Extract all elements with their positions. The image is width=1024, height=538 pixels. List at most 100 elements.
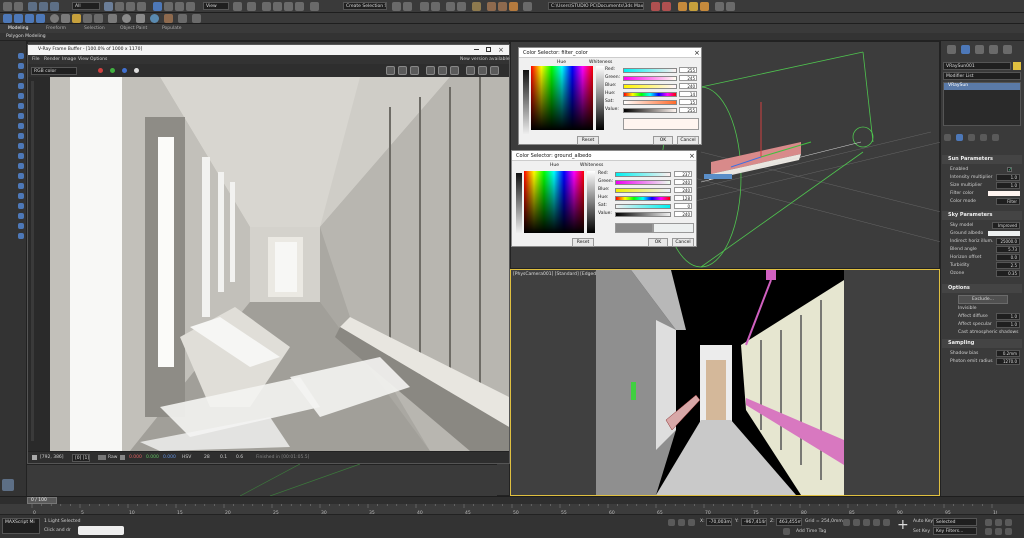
- modify-tab-icon[interactable]: [961, 45, 970, 54]
- environment-icon[interactable]: [192, 14, 201, 23]
- remove-modifier-icon[interactable]: [980, 134, 987, 141]
- edit-named-selection-icon[interactable]: [310, 2, 319, 11]
- cancel-button[interactable]: Cancel: [672, 238, 694, 247]
- stop-render-icon[interactable]: [466, 66, 475, 75]
- vfb-menu-options[interactable]: Options: [90, 57, 107, 62]
- zoom-all-icon[interactable]: [995, 519, 1002, 526]
- sky-parameters-rollout[interactable]: Sky Parameters: [942, 211, 1022, 220]
- pan-icon[interactable]: [1005, 519, 1012, 526]
- tool-icon-7[interactable]: [18, 113, 24, 119]
- vfb-channel-select[interactable]: RGB color: [31, 67, 77, 75]
- rotate-icon[interactable]: [164, 2, 173, 11]
- schematic-view-icon[interactable]: [457, 2, 466, 11]
- vray-light-icon[interactable]: [678, 2, 687, 11]
- globe-icon[interactable]: [150, 14, 159, 23]
- material-editor-icon[interactable]: [472, 2, 481, 11]
- sidebar-scroll-track[interactable]: [31, 81, 34, 441]
- sat-slider[interactable]: [615, 204, 671, 209]
- auto-key-button[interactable]: Auto Key: [913, 519, 933, 524]
- red-value[interactable]: 237: [674, 171, 692, 177]
- hue-value[interactable]: 128: [674, 195, 692, 201]
- green-value[interactable]: 245: [679, 75, 697, 81]
- track-mouse-icon[interactable]: [410, 66, 419, 75]
- scene-icon[interactable]: [25, 14, 34, 23]
- vfb-menu-render[interactable]: Render: [44, 57, 60, 62]
- set-key-button[interactable]: Set Key: [913, 529, 930, 534]
- value-value[interactable]: 255: [679, 107, 697, 113]
- tool-icon-19[interactable]: [18, 233, 24, 239]
- vray-fur-icon[interactable]: [726, 2, 735, 11]
- tool-icon-14[interactable]: [18, 183, 24, 189]
- set-key-plus-icon[interactable]: +: [897, 517, 909, 533]
- green-slider[interactable]: [623, 76, 677, 81]
- sun-param-color-mode[interactable]: Color mode Filter: [950, 198, 1020, 206]
- whiteness-slider[interactable]: [587, 171, 595, 233]
- light-icon[interactable]: [72, 14, 81, 23]
- vfb-title-bar[interactable]: V-Ray Frame Buffer - [100.0% of 1000 x 1…: [28, 45, 509, 55]
- tool-icon-11[interactable]: [18, 153, 24, 159]
- sun-param-filter-color[interactable]: Filter color: [950, 190, 1020, 198]
- layer-explorer-icon[interactable]: [420, 2, 429, 11]
- color-picker-icon[interactable]: [32, 455, 37, 460]
- close-icon[interactable]: ×: [498, 46, 504, 54]
- align-icon[interactable]: [403, 2, 412, 11]
- tool-icon-16[interactable]: [18, 203, 24, 209]
- show-end-result-icon[interactable]: [956, 134, 963, 141]
- selected-dropdown[interactable]: Selected: [933, 518, 977, 526]
- bind-space-warp-icon[interactable]: [50, 2, 59, 11]
- tool-icon-13[interactable]: [18, 173, 24, 179]
- ok-button[interactable]: OK: [653, 136, 673, 145]
- cancel-button[interactable]: Cancel: [677, 136, 699, 145]
- whiteness-slider[interactable]: [596, 66, 604, 130]
- tool-icon-2[interactable]: [18, 63, 24, 69]
- add-time-tag[interactable]: Add Time Tag: [796, 529, 826, 534]
- red-slider[interactable]: [615, 172, 671, 177]
- render-setup-icon[interactable]: [487, 2, 496, 11]
- exclude-button[interactable]: Exclude...: [958, 295, 1008, 304]
- blue-value[interactable]: 240: [679, 83, 697, 89]
- workspace-icon[interactable]: [14, 14, 23, 23]
- blue-slider[interactable]: [623, 84, 677, 89]
- tool-icon-8[interactable]: [18, 123, 24, 129]
- sky-param-model[interactable]: Sky model Improved: [950, 222, 1020, 230]
- reference-coordinate-dropdown[interactable]: View: [203, 2, 229, 10]
- next-frame-icon[interactable]: [873, 519, 880, 526]
- vfb-menu-file[interactable]: File: [32, 57, 40, 62]
- display-tab-icon[interactable]: [1003, 45, 1012, 54]
- value-slider[interactable]: [615, 212, 671, 217]
- sampling-rollout[interactable]: Sampling: [942, 339, 1022, 348]
- time-slider-thumb[interactable]: 0 / 100: [27, 497, 57, 504]
- filter-color-swatch[interactable]: [988, 191, 1020, 196]
- z-coordinate[interactable]: 463,455mm: [776, 518, 802, 526]
- history-icon[interactable]: [450, 66, 459, 75]
- value-value[interactable]: 240: [674, 211, 692, 217]
- sky-param-ground-albedo[interactable]: Ground albedo: [950, 230, 1020, 238]
- modifier-list-dropdown[interactable]: Modifier List: [943, 72, 1021, 80]
- hierarchy-tab-icon[interactable]: [975, 45, 984, 54]
- reset-button[interactable]: Reset: [572, 238, 594, 247]
- red-channel-icon[interactable]: [98, 68, 103, 73]
- viewport-config-icon[interactable]: [2, 479, 14, 491]
- blue-channel-icon[interactable]: [122, 68, 127, 73]
- teapot-icon[interactable]: [108, 14, 117, 23]
- maximize-icon[interactable]: [486, 47, 491, 52]
- selection-filter-dropdown[interactable]: All: [72, 2, 100, 10]
- interactive-render-icon[interactable]: [490, 66, 499, 75]
- x-coordinate[interactable]: -70,003mm: [706, 518, 732, 526]
- y-coordinate[interactable]: -967,414m: [741, 518, 767, 526]
- hue-spectrum[interactable]: [524, 171, 584, 233]
- hue-spectrum[interactable]: [531, 66, 593, 130]
- select-manipulate-icon[interactable]: [247, 2, 256, 11]
- ground-albedo-swatch[interactable]: [988, 231, 1020, 236]
- sat-value[interactable]: 15: [679, 99, 697, 105]
- helper-icon[interactable]: [94, 14, 103, 23]
- select-object-icon[interactable]: [104, 2, 113, 11]
- scale-icon[interactable]: [175, 2, 184, 11]
- sampling-photon-radius[interactable]: Photon emit radius 1270.0: [950, 358, 1020, 366]
- option-cast-atmospheric[interactable]: Cast atmospheric shadows: [950, 329, 1020, 337]
- sun-param-size[interactable]: Size multiplier 1.0: [950, 182, 1020, 190]
- material-sphere-icon[interactable]: [122, 14, 131, 23]
- option-affect-diffuse[interactable]: Affect diffuse 1.0: [950, 313, 1020, 321]
- create-selection-set-dropdown[interactable]: Create Selection Se: [343, 2, 387, 10]
- ribbon-tab-modeling[interactable]: Modeling: [8, 26, 28, 31]
